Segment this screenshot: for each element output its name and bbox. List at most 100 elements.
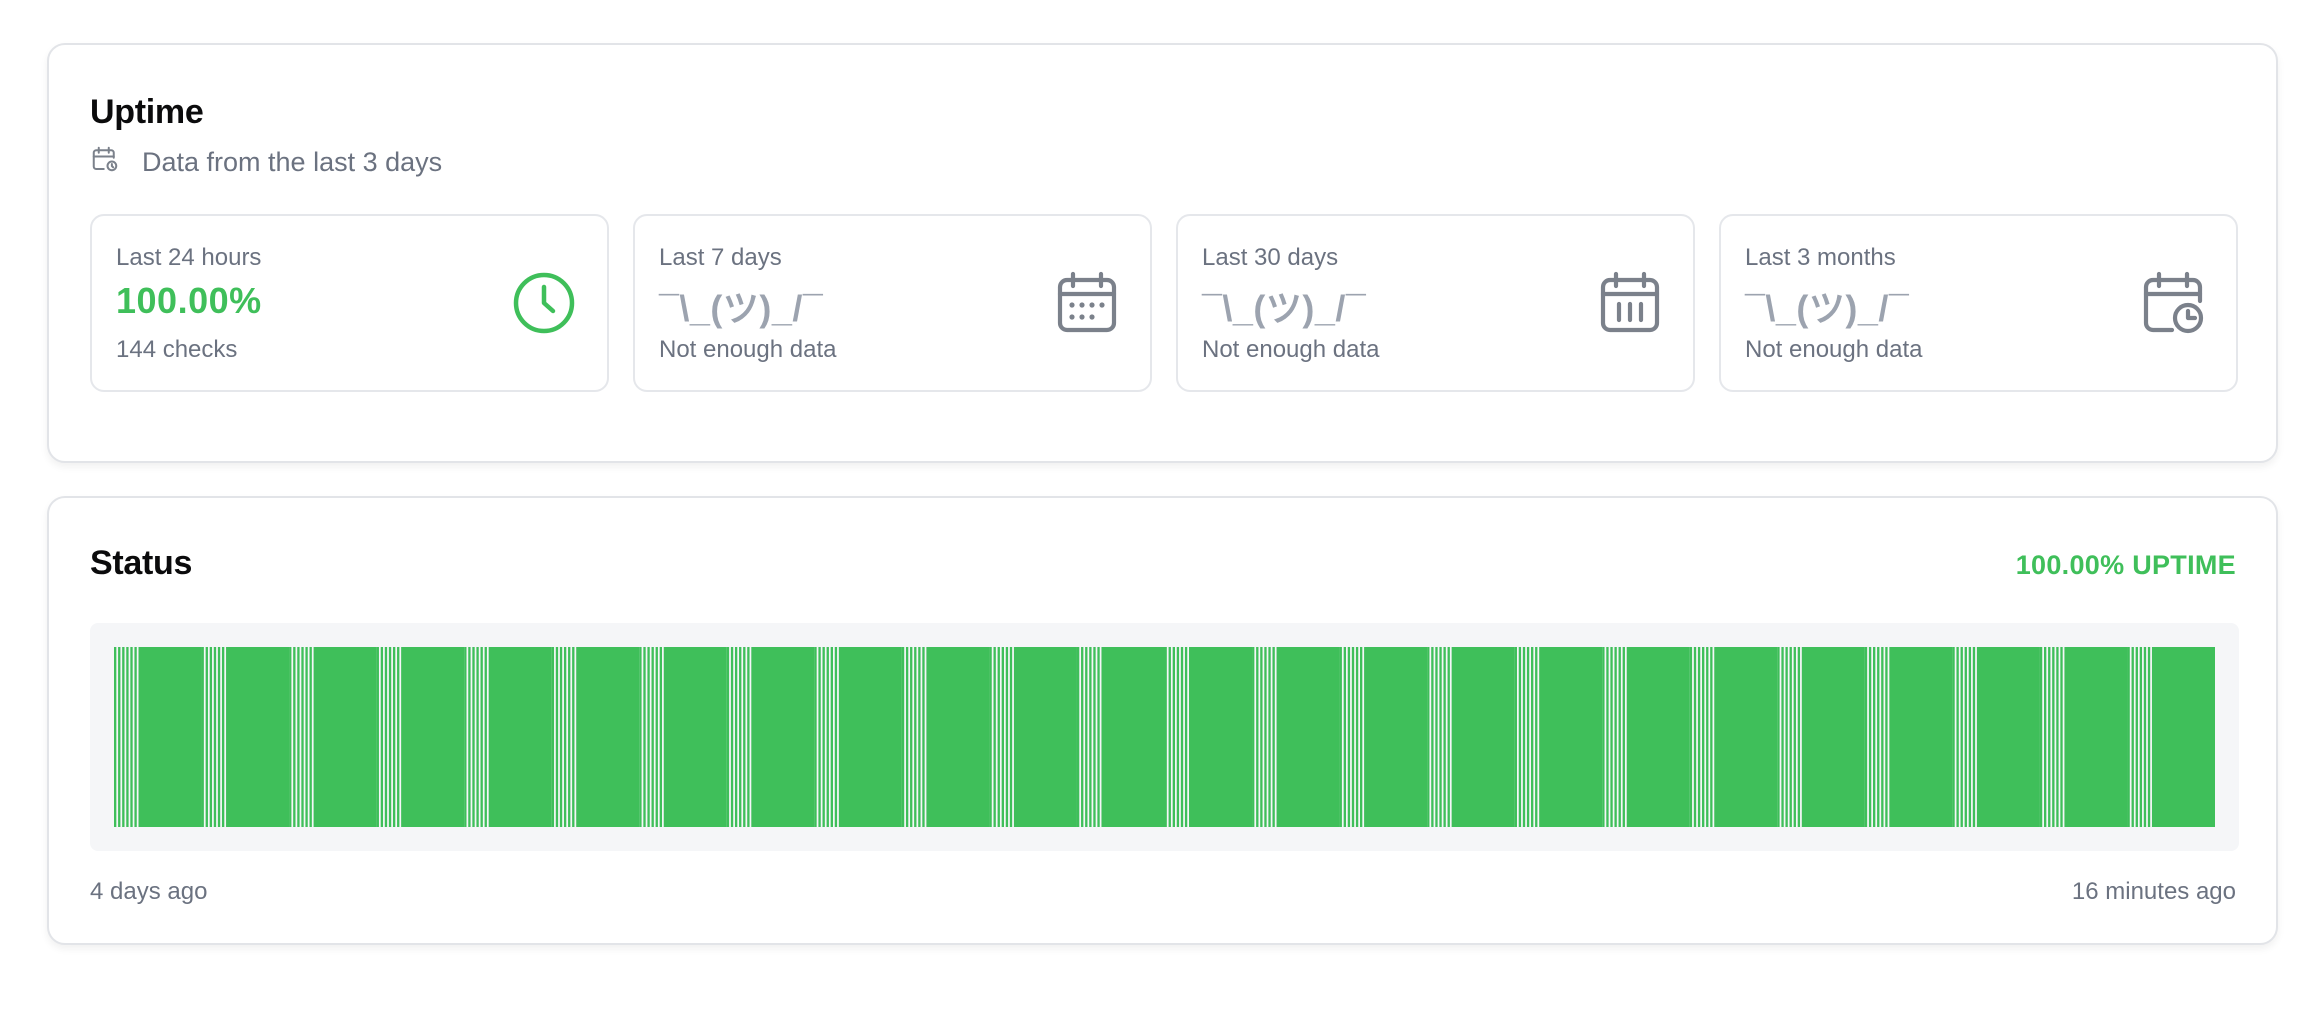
status-check-bar[interactable] (826, 647, 829, 827)
status-check-bar[interactable] (1005, 647, 1009, 827)
status-check-bar[interactable] (126, 647, 129, 827)
status-check-bar[interactable] (209, 647, 213, 827)
status-check-bar[interactable] (2135, 647, 2138, 827)
status-check-bar[interactable] (639, 647, 642, 827)
status-check-bar[interactable] (997, 647, 1000, 827)
status-check-bar[interactable] (1976, 647, 2040, 827)
status-check-bar[interactable] (392, 647, 396, 827)
status-check-bar[interactable] (1873, 647, 1876, 827)
status-check-bar[interactable] (1606, 647, 1609, 827)
status-check-bar[interactable] (1864, 647, 1868, 827)
status-check-bar[interactable] (643, 647, 646, 827)
status-check-bar[interactable] (1443, 647, 1446, 827)
status-check-bar[interactable] (1439, 647, 1442, 827)
status-check-bar[interactable] (1085, 647, 1088, 827)
status-check-bar[interactable] (1881, 647, 1884, 827)
status-check-bar[interactable] (651, 647, 654, 827)
status-check-bar[interactable] (568, 647, 571, 827)
status-check-bar[interactable] (130, 647, 133, 827)
status-check-bar[interactable] (480, 647, 483, 827)
status-check-bar[interactable] (1076, 647, 1080, 827)
status-check-bar[interactable] (114, 647, 117, 827)
status-check-bar[interactable] (1535, 647, 1538, 827)
status-check-bar[interactable] (118, 647, 121, 827)
status-check-bar[interactable] (1602, 647, 1605, 827)
status-check-bar[interactable] (2048, 647, 2051, 827)
status-check-bar[interactable] (221, 647, 225, 827)
status-check-bar[interactable] (655, 647, 658, 827)
status-check-bar[interactable] (464, 647, 467, 827)
status-check-bar[interactable] (297, 647, 300, 827)
status-check-bar[interactable] (814, 647, 817, 827)
status-check-bar[interactable] (910, 647, 913, 827)
status-check-bar[interactable] (2056, 647, 2059, 827)
status-check-bar[interactable] (1614, 647, 1617, 827)
status-check-bar[interactable] (293, 647, 296, 827)
status-check-bar[interactable] (1956, 647, 1959, 827)
status-check-bar[interactable] (1260, 647, 1263, 827)
status-check-bar[interactable] (747, 647, 750, 827)
status-check-bar[interactable] (1176, 647, 1180, 827)
status-check-bar[interactable] (380, 647, 384, 827)
status-check-bar[interactable] (834, 647, 838, 827)
status-check-bar[interactable] (1868, 647, 1872, 827)
status-check-bar[interactable] (918, 647, 921, 827)
status-check-bar[interactable] (1168, 647, 1171, 827)
status-check-bar[interactable] (743, 647, 746, 827)
status-check-bar[interactable] (1539, 647, 1603, 827)
status-check-bar[interactable] (1618, 647, 1621, 827)
status-check-bar[interactable] (993, 647, 996, 827)
status-check-bar[interactable] (1797, 647, 1801, 827)
status-check-bar[interactable] (301, 647, 304, 827)
status-check-bar[interactable] (1351, 647, 1355, 827)
status-check-bar[interactable] (563, 647, 567, 827)
status-check-bar[interactable] (572, 647, 575, 827)
status-check-bar[interactable] (1013, 647, 1077, 827)
status-check-bar[interactable] (1343, 647, 1346, 827)
status-check-bar[interactable] (388, 647, 392, 827)
status-check-bar[interactable] (476, 647, 479, 827)
status-check-bar[interactable] (1785, 647, 1788, 827)
status-check-bar[interactable] (1180, 647, 1184, 827)
status-check-bar[interactable] (1009, 647, 1013, 827)
status-check-bar[interactable] (739, 647, 742, 827)
status-check-bar[interactable] (726, 647, 730, 827)
status-check-bar[interactable] (1522, 647, 1526, 827)
status-check-bar[interactable] (134, 647, 137, 827)
status-check-bar[interactable] (1252, 647, 1255, 827)
status-check-bar[interactable] (818, 647, 821, 827)
status-check-bar[interactable] (838, 647, 902, 827)
status-check-bar[interactable] (472, 647, 475, 827)
status-check-bar[interactable] (1622, 647, 1625, 827)
status-check-bar[interactable] (1164, 647, 1167, 827)
status-check-bar[interactable] (989, 647, 992, 827)
status-check-bar[interactable] (734, 647, 738, 827)
status-check-bar[interactable] (901, 647, 905, 827)
status-check-bar[interactable] (2147, 647, 2151, 827)
status-check-bar[interactable] (2064, 647, 2128, 827)
status-check-bar[interactable] (226, 647, 290, 827)
status-check-bar[interactable] (1101, 647, 1165, 827)
status-check-bar[interactable] (488, 647, 552, 827)
status-check-bar[interactable] (1360, 647, 1363, 827)
status-check-bar[interactable] (1093, 647, 1096, 827)
status-check-bar[interactable] (1714, 647, 1778, 827)
status-check-bar[interactable] (289, 647, 292, 827)
status-check-bar[interactable] (559, 647, 563, 827)
status-check-bar[interactable] (2143, 647, 2147, 827)
status-check-bar[interactable] (201, 647, 204, 827)
status-check-bar[interactable] (1276, 647, 1340, 827)
status-check-bar[interactable] (1364, 647, 1428, 827)
status-check-bar[interactable] (2060, 647, 2063, 827)
status-check-bar[interactable] (1001, 647, 1004, 827)
status-check-bar[interactable] (1972, 647, 1976, 827)
status-check-bar[interactable] (555, 647, 559, 827)
status-check-bar[interactable] (2151, 647, 2215, 827)
status-check-bar[interactable] (1514, 647, 1517, 827)
status-check-bar[interactable] (1347, 647, 1351, 827)
status-check-bar[interactable] (1531, 647, 1534, 827)
status-check-bar[interactable] (2044, 647, 2047, 827)
status-check-bar[interactable] (1447, 647, 1450, 827)
status-check-bar[interactable] (484, 647, 487, 827)
status-check-bar[interactable] (1610, 647, 1613, 827)
